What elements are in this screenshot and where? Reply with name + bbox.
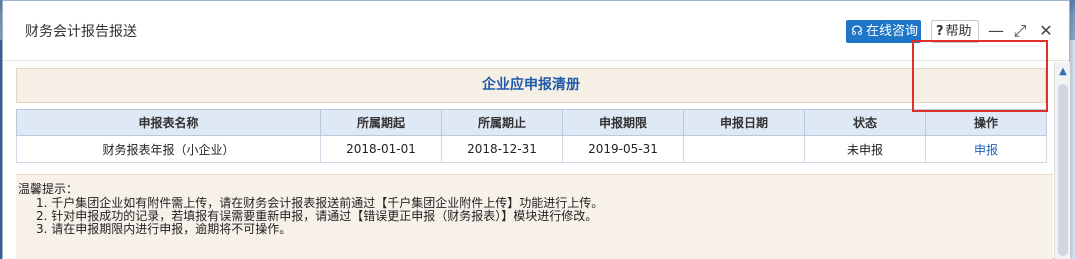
dialog-content: 企业应申报清册 申报表名称 所属期起 所属期止 申报期限 申报日期 状态 操作 … (3, 62, 1053, 259)
declaration-table: 申报表名称 所属期起 所属期止 申报期限 申报日期 状态 操作 财务报表年报（小… (16, 109, 1047, 163)
dialog-title: 财务会计报告报送 (25, 24, 137, 40)
tips-title: 温馨提示： (18, 182, 79, 196)
question-icon: ? (936, 24, 944, 39)
col-header-name: 申报表名称 (16, 109, 321, 136)
online-consult-label: 在线咨询 (866, 24, 919, 39)
col-header-period-start: 所属期起 (320, 109, 442, 136)
maximize-icon[interactable]: ⤢ (1011, 20, 1029, 42)
action-highlight-box (912, 40, 1048, 112)
help-label: 帮助 (945, 24, 972, 39)
vertical-scrollbar[interactable]: ▲ (1054, 62, 1070, 259)
cell-status: 未申报 (804, 135, 926, 163)
close-icon[interactable]: ✕ (1037, 20, 1055, 42)
scroll-up-icon[interactable]: ▲ (1055, 65, 1071, 79)
tip-line: 3. 请在申报期限内进行申报，逾期将不可操作。 (36, 222, 292, 236)
scroll-thumb[interactable] (1058, 84, 1068, 256)
report-dialog: 财务会计报告报送 ☊ 在线咨询 ? 帮助 — ⤢ ✕ 企业应申报清册 申报表名称 所… (2, 0, 1070, 259)
col-header-deadline: 申报期限 (562, 109, 684, 136)
col-header-action: 操作 (925, 109, 1047, 136)
tips-panel: 温馨提示： 1. 千户集团企业如有附件需上传，请在财务会计报表报送前通过【千户集… (16, 174, 1053, 259)
cell-period-start: 2018-01-01 (320, 135, 442, 163)
cell-deadline: 2019-05-31 (562, 135, 684, 163)
panel-title: 企业应申报清册 (16, 68, 1046, 103)
cell-action: 申报 (925, 135, 1047, 163)
dialog-titlebar: 财务会计报告报送 ☊ 在线咨询 ? 帮助 — ⤢ ✕ (3, 1, 1069, 61)
minimize-icon[interactable]: — (987, 20, 1005, 42)
col-header-status: 状态 (804, 109, 926, 136)
col-header-declare-date: 申报日期 (683, 109, 805, 136)
cell-period-end: 2018-12-31 (441, 135, 563, 163)
headset-icon: ☊ (851, 24, 863, 39)
online-consult-button[interactable]: ☊ 在线咨询 (846, 20, 921, 43)
table-row: 财务报表年报（小企业） 2018-01-01 2018-12-31 2019-0… (16, 135, 1047, 163)
table-header-row: 申报表名称 所属期起 所属期止 申报期限 申报日期 状态 操作 (16, 109, 1047, 136)
declare-link[interactable]: 申报 (974, 143, 998, 157)
col-header-period-end: 所属期止 (441, 109, 563, 136)
cell-report-name: 财务报表年报（小企业） (16, 135, 321, 163)
cell-declare-date (683, 135, 805, 163)
